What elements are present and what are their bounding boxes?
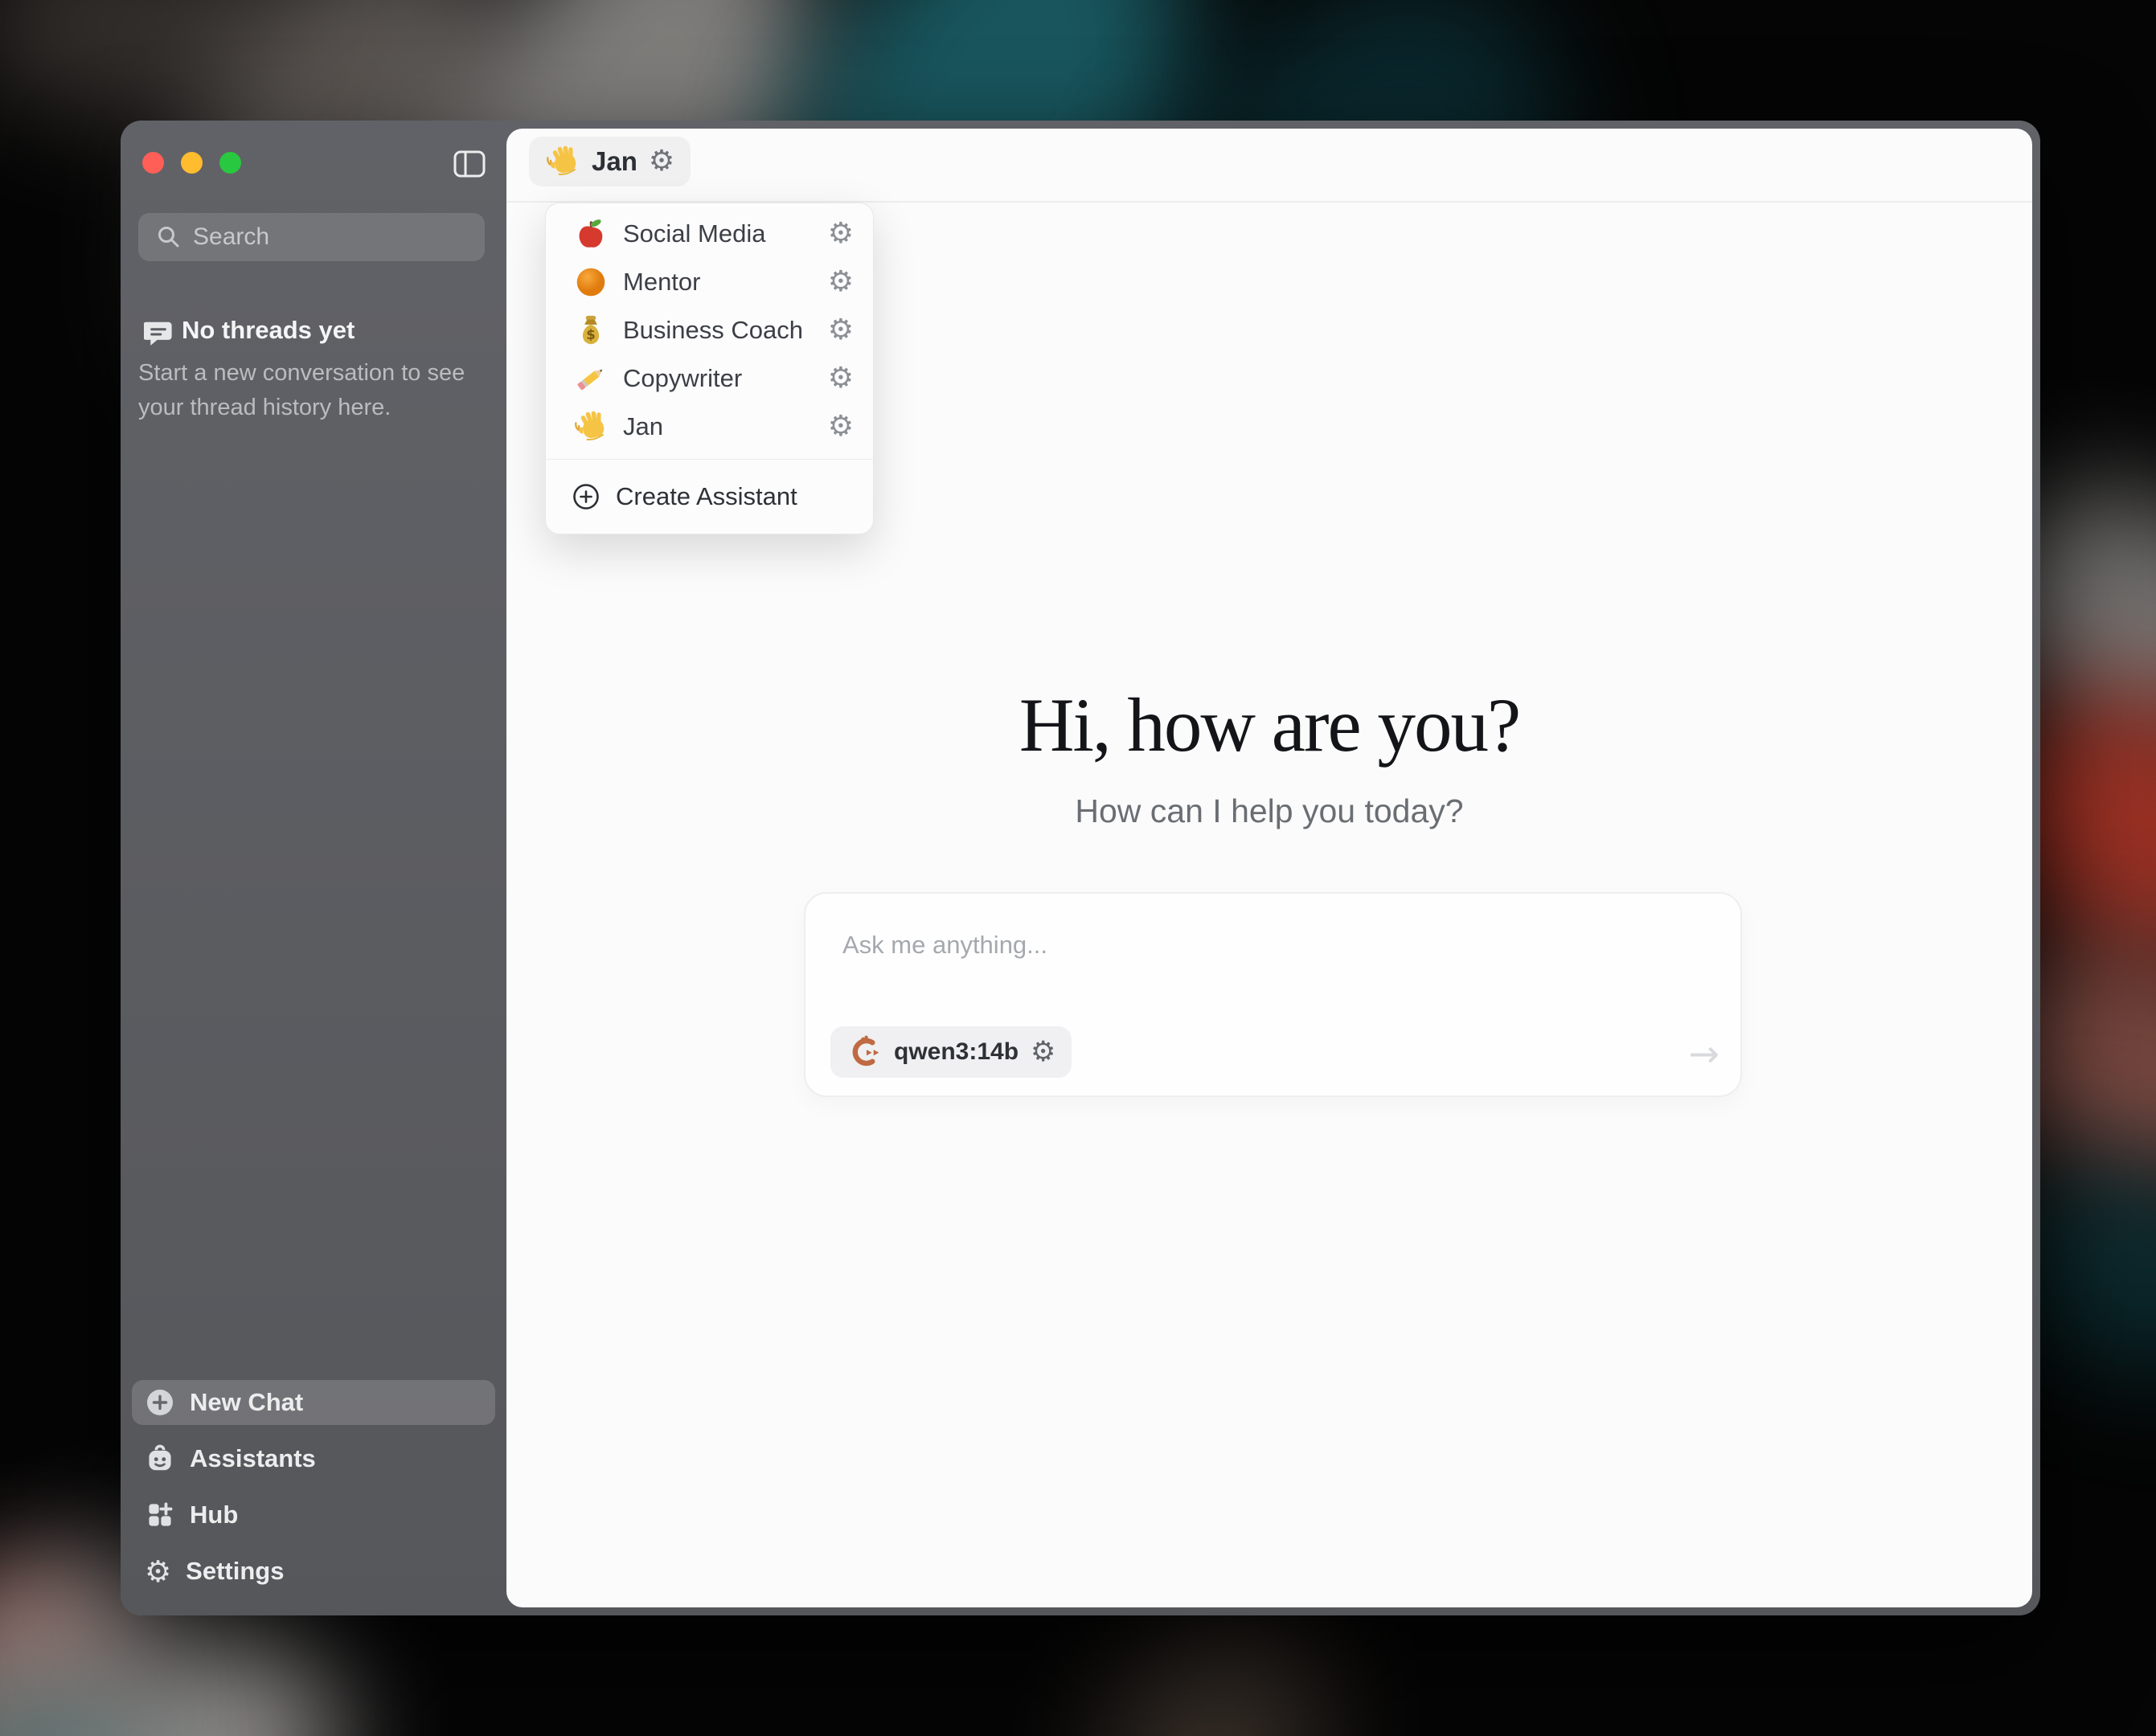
- settings-gear-icon: ⚙: [145, 1557, 171, 1587]
- menu-item-jan[interactable]: Jan ⚙: [546, 403, 873, 451]
- close-button[interactable]: [142, 152, 164, 174]
- assistant-menu: Social Media ⚙ Mentor ⚙: [545, 203, 874, 534]
- minimize-button[interactable]: [181, 152, 203, 174]
- menu-item-label: Create Assistant: [616, 482, 797, 511]
- search-input[interactable]: Search: [138, 213, 485, 261]
- plus-circle-icon: [145, 1387, 175, 1418]
- desktop: Search No threads yet Start a new conver…: [0, 0, 2156, 1736]
- gear-icon[interactable]: ⚙: [649, 147, 674, 176]
- svg-text:$: $: [586, 327, 595, 342]
- empty-state-description: Start a new conversation to see: [138, 360, 465, 387]
- menu-item-label: Jan: [623, 412, 663, 441]
- menu-item-mentor[interactable]: Mentor ⚙: [546, 258, 873, 306]
- assistant-selector-label: Jan: [592, 146, 637, 177]
- hub-icon: [145, 1500, 175, 1530]
- assistant-selector-button[interactable]: Jan ⚙: [529, 137, 691, 186]
- message-input[interactable]: [841, 929, 1568, 997]
- pencil-icon: [573, 361, 609, 396]
- gear-icon[interactable]: ⚙: [828, 316, 854, 345]
- chat-bubble-icon: [144, 320, 173, 349]
- sidebar-item-label: Assistants: [190, 1444, 316, 1473]
- main-panel: Jan ⚙ Social Media ⚙: [506, 129, 2032, 1607]
- sidebar-toggle-button[interactable]: [453, 150, 486, 178]
- waving-hand-icon: [545, 144, 580, 179]
- sidebar-item-settings[interactable]: ⚙ Settings: [132, 1549, 495, 1594]
- plus-circle-outline-icon: [572, 483, 600, 510]
- gear-icon[interactable]: ⚙: [1031, 1038, 1055, 1067]
- waving-hand-icon: [573, 409, 609, 444]
- menu-item-create-assistant[interactable]: Create Assistant: [546, 468, 873, 526]
- model-name: qwen3:14b: [894, 1038, 1019, 1066]
- gear-icon[interactable]: ⚙: [828, 412, 854, 441]
- orange-circle-icon: [573, 264, 609, 300]
- app-window: Search No threads yet Start a new conver…: [121, 121, 2040, 1615]
- greeting-title: Hi, how are you?: [506, 687, 2032, 764]
- llama-model-icon: [846, 1034, 882, 1070]
- gear-icon[interactable]: ⚙: [828, 268, 854, 297]
- greeting-subtitle: How can I help you today?: [506, 792, 2032, 830]
- chat-composer: qwen3:14b ⚙ →: [804, 892, 1742, 1097]
- menu-item-label: Mentor: [623, 268, 700, 297]
- menu-item-label: Copywriter: [623, 364, 742, 393]
- search-placeholder: Search: [193, 223, 269, 251]
- sidebar-item-label: New Chat: [190, 1388, 303, 1417]
- model-selector-button[interactable]: qwen3:14b ⚙: [830, 1026, 1072, 1078]
- menu-item-label: Social Media: [623, 219, 765, 248]
- assistants-icon: [145, 1443, 175, 1474]
- sidebar-item-new-chat[interactable]: New Chat: [132, 1380, 495, 1425]
- topbar: Jan ⚙: [506, 129, 2032, 203]
- gear-icon[interactable]: ⚙: [828, 364, 854, 393]
- sidebar-toggle-icon: [453, 150, 486, 178]
- sidebar-item-label: Settings: [186, 1557, 284, 1586]
- empty-state-description: your thread history here.: [138, 395, 391, 421]
- send-arrow-icon[interactable]: →: [1688, 1032, 1719, 1075]
- menu-item-label: Business Coach: [623, 316, 803, 345]
- sidebar-item-hub[interactable]: Hub: [132, 1492, 495, 1537]
- sidebar-item-label: Hub: [190, 1501, 238, 1529]
- zoom-button[interactable]: [219, 152, 241, 174]
- sidebar-item-assistants[interactable]: Assistants: [132, 1436, 495, 1481]
- empty-state-title: No threads yet: [182, 316, 355, 345]
- money-bag-icon: $: [573, 313, 609, 348]
- sidebar: Search No threads yet Start a new conver…: [121, 121, 506, 1615]
- window-controls: [142, 152, 241, 174]
- apple-icon: [573, 216, 609, 252]
- menu-item-social-media[interactable]: Social Media ⚙: [546, 210, 873, 258]
- gear-icon[interactable]: ⚙: [828, 219, 854, 248]
- menu-item-business-coach[interactable]: $ Business Coach ⚙: [546, 306, 873, 354]
- menu-separator: [546, 459, 873, 460]
- greeting: Hi, how are you? How can I help you toda…: [506, 687, 2032, 830]
- search-icon: [156, 224, 182, 250]
- menu-item-copywriter[interactable]: Copywriter ⚙: [546, 354, 873, 403]
